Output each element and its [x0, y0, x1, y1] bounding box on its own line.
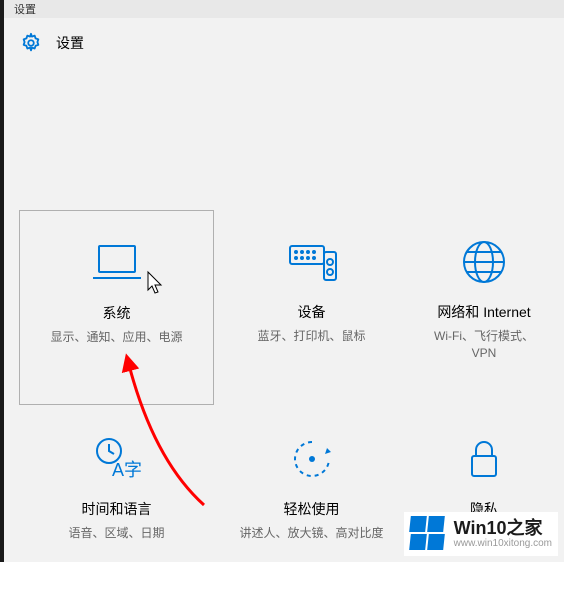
tile-desc: Wi-Fi、飞行模式、VPN	[409, 328, 559, 362]
window-titlebar: 设置	[4, 0, 564, 18]
tile-desc: 显示、通知、应用、电源	[34, 329, 198, 346]
watermark-title: Win10之家	[454, 519, 552, 539]
page-title: 设置	[56, 33, 84, 53]
tile-desc: 蓝牙、打印机、鼠标	[241, 328, 381, 345]
watermark-url: www.win10xitong.com	[454, 538, 552, 549]
tile-time-language[interactable]: A字 时间和语言 语音、区域、日期	[19, 405, 214, 600]
tile-title: 网络和 Internet	[437, 302, 530, 322]
time-language-icon: A字	[92, 435, 142, 483]
tile-title: 轻松使用	[284, 499, 340, 519]
settings-content: 系统 显示、通知、应用、电源	[4, 60, 564, 562]
globe-icon	[461, 238, 507, 286]
tile-network[interactable]: 网络和 Internet Wi-Fi、飞行模式、VPN	[409, 210, 559, 405]
windows-logo-icon	[410, 516, 446, 552]
tile-privacy[interactable]: 隐私 位置、相机	[409, 405, 559, 600]
tile-title: 设备	[298, 302, 326, 322]
tile-title: 系统	[103, 303, 131, 323]
window-title: 设置	[14, 1, 36, 17]
tile-title: 时间和语言	[82, 499, 152, 519]
tile-system[interactable]: 系统 显示、通知、应用、电源	[19, 210, 214, 405]
ease-of-access-icon	[289, 435, 335, 483]
lock-icon	[464, 435, 504, 483]
tile-desc: 语音、区域、日期	[52, 525, 180, 542]
settings-window: 设置 设置 系统 显示、通知、应用、电源	[4, 0, 564, 562]
tile-devices[interactable]: 设备 蓝牙、打印机、鼠标	[214, 210, 409, 405]
tile-desc: 讲述人、放大镜、高对比度	[223, 525, 399, 542]
svg-text:A字: A字	[112, 460, 142, 480]
gear-icon	[20, 32, 42, 54]
devices-icon	[284, 238, 340, 286]
tile-ease-of-access[interactable]: 轻松使用 讲述人、放大镜、高对比度	[214, 405, 409, 600]
laptop-icon	[89, 239, 145, 287]
watermark: Win10之家 www.win10xitong.com	[404, 512, 558, 556]
